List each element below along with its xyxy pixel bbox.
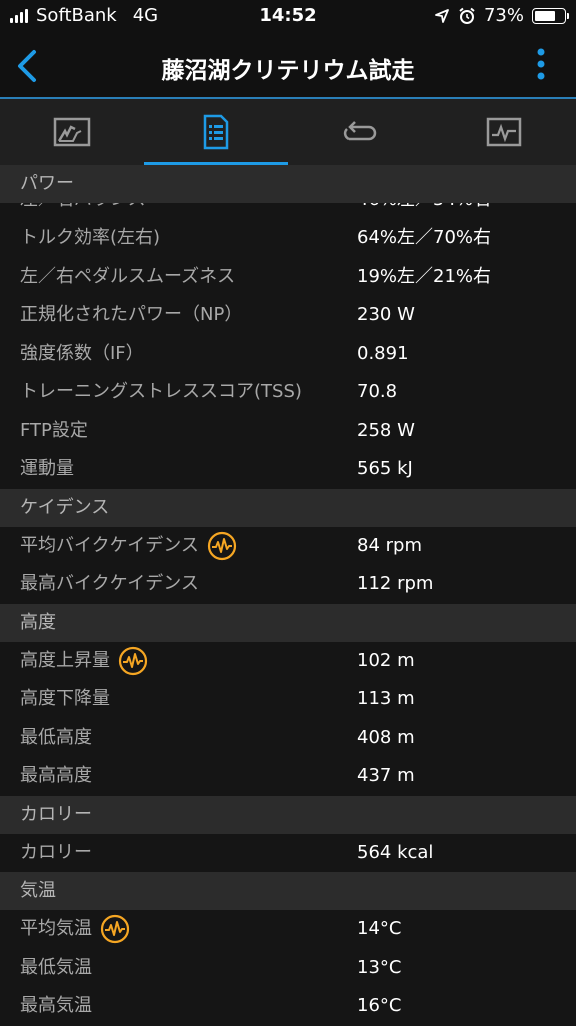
row-label: 左／右バランス — [20, 203, 146, 219]
row-label: 高度下降量 — [20, 688, 110, 709]
battery-icon — [532, 7, 569, 24]
row-label: 平均バイクケイデンス — [20, 534, 199, 556]
row-value: 437 m — [357, 765, 415, 786]
document-list-icon — [203, 114, 229, 150]
list-item[interactable]: 高度上昇量 102 m — [0, 641, 576, 680]
row-value: 230 W — [357, 304, 415, 325]
list-item: トレーニングストレススコア(TSS) 70.8 — [0, 373, 576, 412]
list-item: 最低高度 408 m — [0, 718, 576, 757]
row-value: 84 rpm — [357, 534, 422, 556]
row-value: 16°C — [357, 995, 402, 1016]
row-value: 19%左／21%右 — [357, 265, 492, 287]
row-label: 正規化されたパワー（NP） — [20, 304, 243, 325]
list-item: 最高バイクケイデンス 112 rpm — [0, 565, 576, 604]
row-value: 564 kcal — [357, 841, 434, 863]
activity-graph-icon — [486, 117, 522, 147]
row-label: 左／右ペダルスムーズネス — [20, 265, 236, 287]
row-value: 70.8 — [357, 381, 398, 402]
row-label: トレーニングストレススコア(TSS) — [20, 381, 302, 402]
chart-wave-icon[interactable] — [207, 531, 237, 561]
row-value: 64%左／70%右 — [357, 227, 492, 248]
list-item: 高度下降量 113 m — [0, 680, 576, 719]
page-title: 藤沼湖クリテリウム試走 — [161, 58, 415, 84]
list-item: 左／右バランス 46%左／54%右 — [0, 203, 576, 219]
row-value: 102 m — [357, 649, 415, 671]
list-item: 強度係数（IF） 0.891 — [0, 334, 576, 373]
row-label: トルク効率(左右) — [20, 227, 161, 248]
tab-map-chart[interactable] — [0, 99, 144, 165]
row-label: 高度上昇量 — [20, 649, 110, 671]
more-options-icon[interactable] — [534, 46, 548, 86]
row-label: 最低高度 — [20, 726, 92, 748]
list-item[interactable]: 平均気温 14°C — [0, 910, 576, 949]
list-item: FTP設定 258 W — [0, 411, 576, 450]
battery-level-fill — [535, 10, 555, 21]
loop-icon — [343, 121, 377, 141]
chart-wave-icon[interactable] — [118, 646, 148, 676]
status-bar: SoftBank 4G 14:52 73% — [0, 0, 576, 32]
navigation-header: 藤沼湖クリテリウム試走 — [0, 32, 576, 98]
section-header-temperature: 気温 — [0, 872, 576, 910]
tab-laps[interactable] — [288, 99, 432, 165]
row-label: 最高気温 — [20, 995, 92, 1016]
list-item: 最高高度 437 m — [0, 757, 576, 796]
list-item: 最低気温 13°C — [0, 948, 576, 987]
row-value: 408 m — [357, 726, 415, 748]
row-value: 113 m — [357, 688, 415, 709]
tab-graphs[interactable] — [432, 99, 576, 165]
alarm-clock-icon — [459, 7, 475, 24]
row-label: 平均気温 — [20, 918, 92, 939]
list-item: カロリー 564 kcal — [0, 833, 576, 872]
tab-details[interactable] — [144, 99, 288, 165]
section-header-cadence: ケイデンス — [0, 488, 576, 527]
list-item: トルク効率(左右) 64%左／70%右 — [0, 219, 576, 258]
row-label: 最高バイクケイデンス — [20, 573, 199, 594]
list-item: 運動量 565 kJ — [0, 450, 576, 489]
section-header-calories: カロリー — [0, 795, 576, 834]
row-value: 258 W — [357, 419, 415, 441]
row-value: 0.891 — [357, 342, 409, 364]
chart-wave-icon[interactable] — [100, 914, 130, 944]
list-item: 正規化されたパワー（NP） 230 W — [0, 296, 576, 335]
row-label: カロリー — [20, 841, 92, 863]
list-item[interactable]: 平均バイクケイデンス 84 rpm — [0, 526, 576, 565]
row-label: 最高高度 — [20, 765, 92, 786]
row-value: 112 rpm — [357, 573, 434, 594]
row-label: FTP設定 — [20, 419, 88, 441]
row-label: 運動量 — [20, 458, 74, 479]
row-label: 強度係数（IF） — [20, 342, 144, 364]
section-header-elevation: 高度 — [0, 603, 576, 642]
detail-list: パワー 左／右バランス 46%左／54%右 トルク効率(左右) 64%左／70%右… — [0, 165, 576, 1026]
row-label: 最低気温 — [20, 956, 92, 978]
row-value: 565 kJ — [357, 458, 413, 479]
row-value: 13°C — [357, 956, 402, 978]
section-header-power: パワー — [0, 165, 576, 203]
list-item: 最高気温 16°C — [0, 987, 576, 1026]
row-value: 14°C — [357, 918, 402, 939]
list-item: 左／右ペダルスムーズネス 19%左／21%右 — [0, 257, 576, 296]
row-value: 46%左／54%右 — [357, 203, 491, 219]
tab-bar — [0, 99, 576, 165]
location-arrow-icon — [435, 8, 449, 23]
battery-percentage: 73% — [483, 5, 524, 26]
chart-image-icon — [53, 117, 91, 147]
